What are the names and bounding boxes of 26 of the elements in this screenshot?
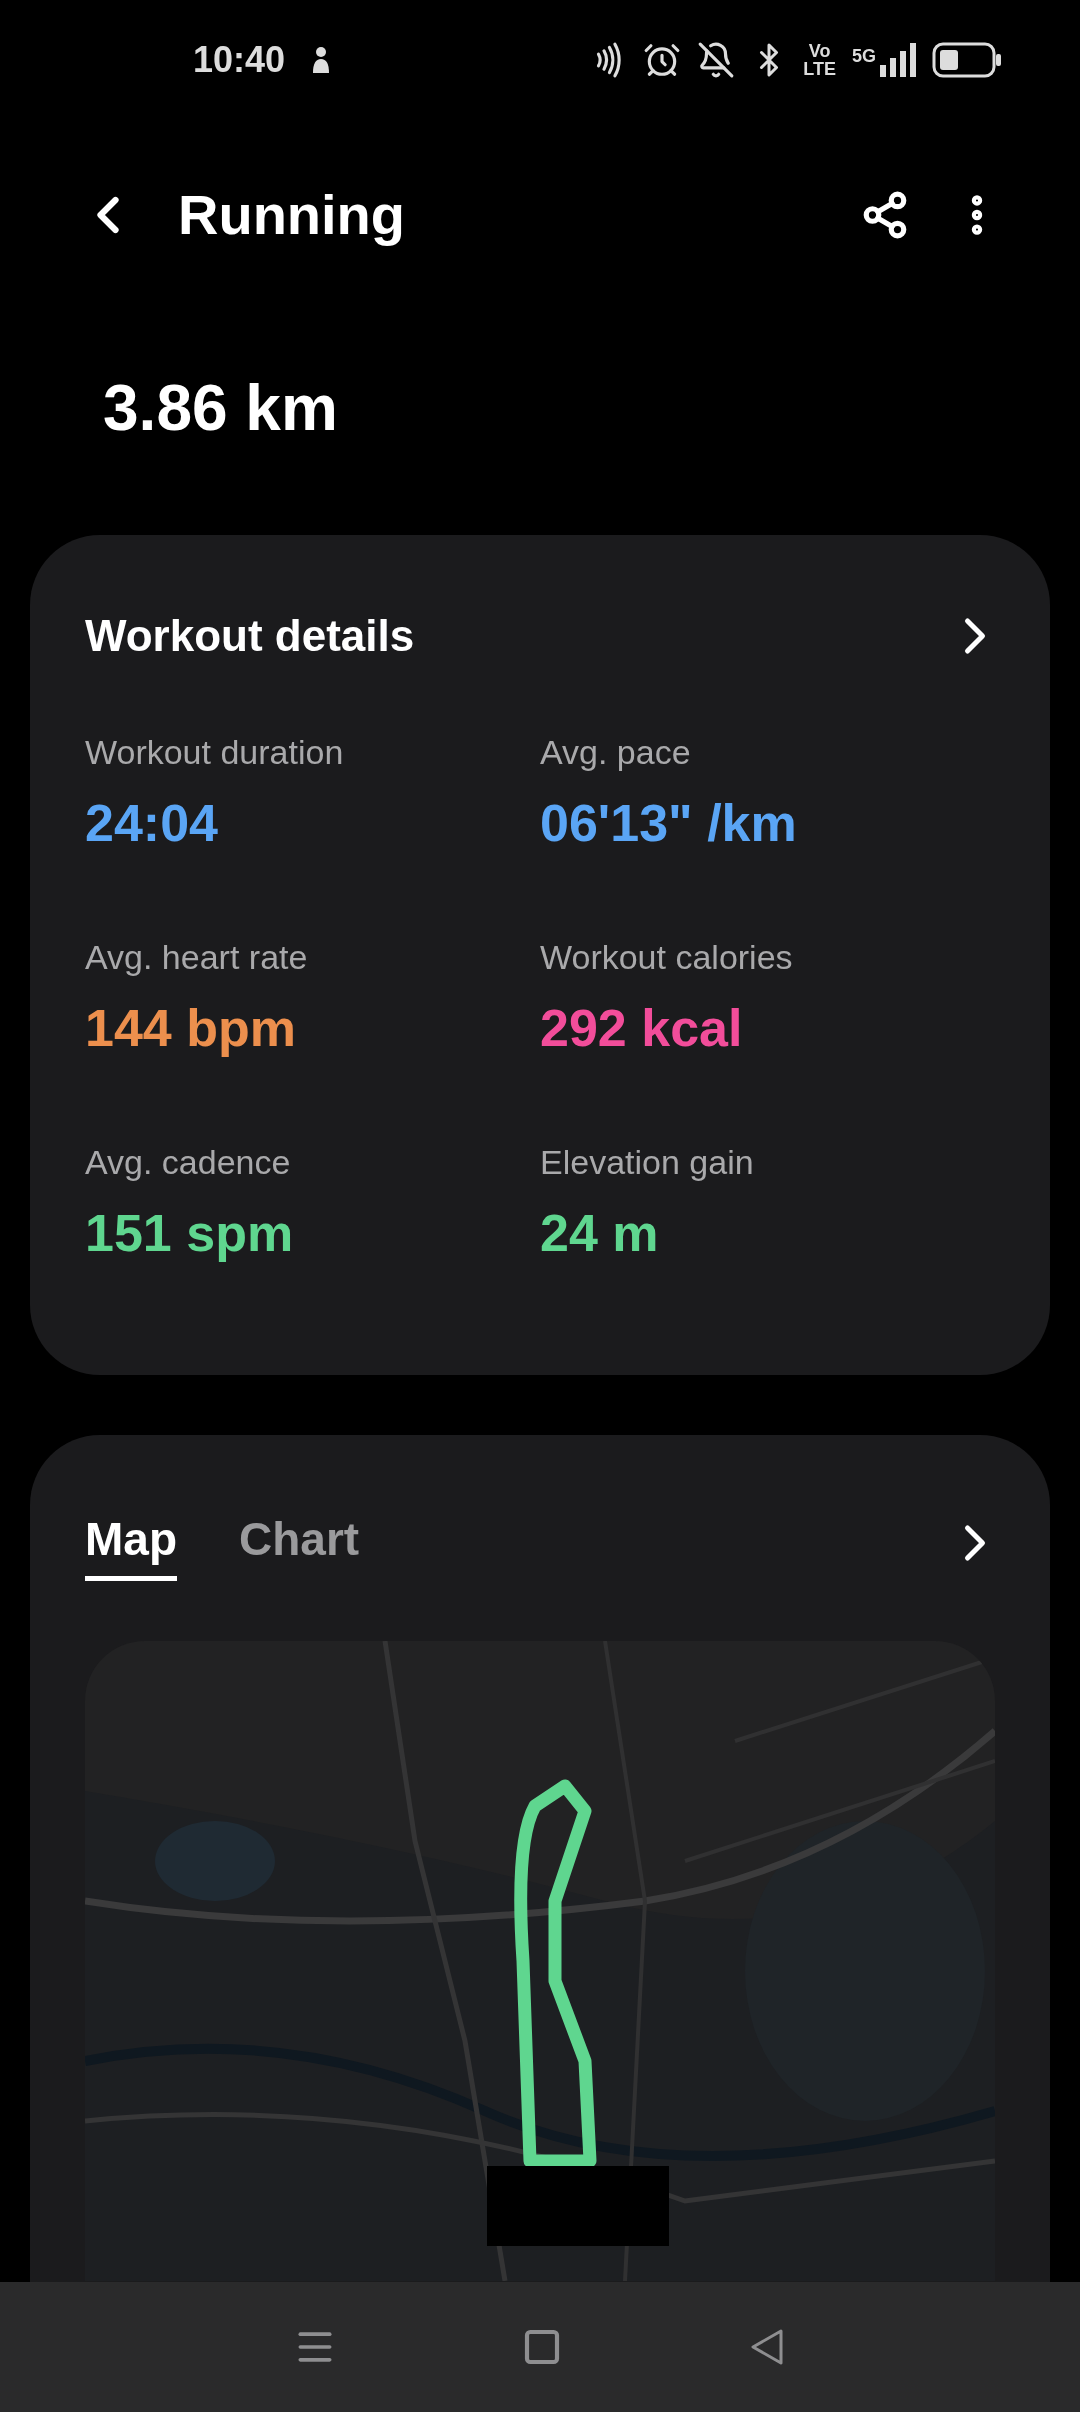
stat-value: 24:04 <box>85 793 219 854</box>
network-type: 5G <box>852 45 876 68</box>
stat-label: Workout duration <box>85 732 345 773</box>
stat-label: Avg. pace <box>540 732 692 773</box>
tab[interactable]: Chart <box>239 1505 360 1581</box>
stat-value: 144 bpm <box>85 998 297 1059</box>
stat-label: Avg. cadence <box>85 1142 292 1183</box>
stat-label: Avg. heart rate <box>85 937 309 978</box>
stat-value: 06'13" /km <box>540 793 798 854</box>
stat-label: Workout calories <box>540 937 794 978</box>
stat-value: 292 kcal <box>540 998 744 1059</box>
stat-value: 151 spm <box>85 1203 295 1264</box>
home-icon[interactable] <box>522 2327 562 2367</box>
card-title[interactable]: Workout details <box>85 603 415 669</box>
tab[interactable]: Map <box>85 1505 177 1581</box>
signal-icon <box>880 43 916 77</box>
page-title: Running <box>178 182 406 248</box>
stat-value: 24 m <box>540 1203 660 1264</box>
distance-value: 3.86 km <box>103 370 338 446</box>
alarm-icon <box>643 41 682 79</box>
volte-label: LTE <box>803 60 836 78</box>
stat-label: Elevation gain <box>540 1142 755 1183</box>
battery-icon <box>932 42 1002 78</box>
bell-off-icon <box>697 41 736 79</box>
status-time: 10:40 <box>193 38 286 82</box>
volte-label: Vo <box>808 42 831 60</box>
